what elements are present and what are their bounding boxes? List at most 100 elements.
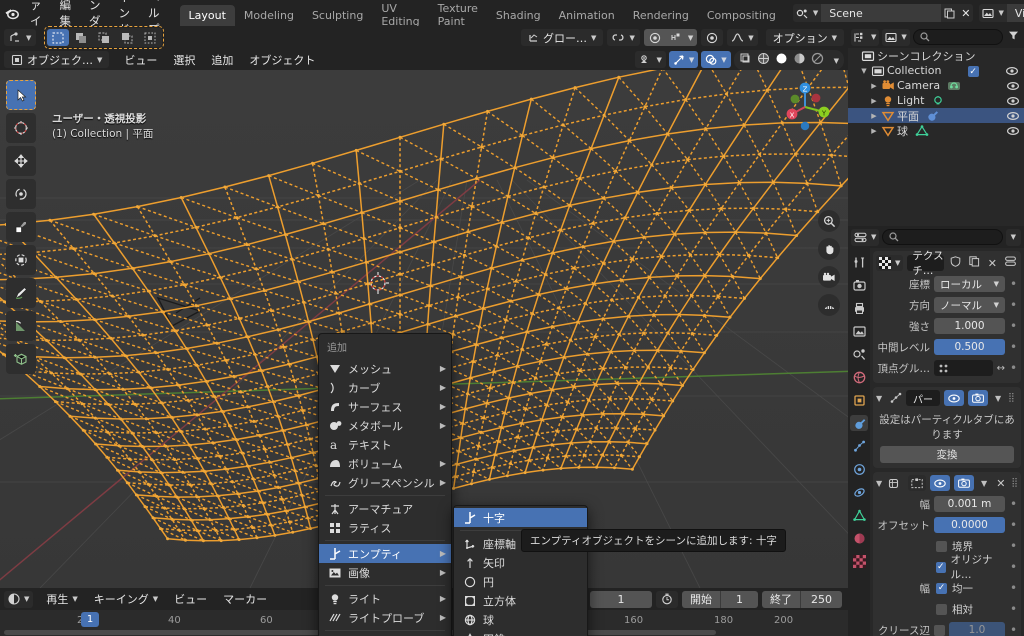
workspace-tab-2[interactable]: Sculpting [303, 5, 372, 26]
modifier-drag-handle[interactable]: ⣿ [1011, 478, 1018, 488]
bevel-value-0[interactable]: 0.001 m [934, 496, 1005, 512]
bevel-checkbox-5[interactable]: 相対 [934, 602, 1005, 617]
outliner-filter-icon[interactable] [1006, 30, 1021, 44]
scene-name[interactable]: Scene [821, 4, 942, 22]
tool-add-cube[interactable] [6, 344, 36, 374]
particles-tab[interactable] [850, 438, 868, 454]
add-context-menu[interactable]: 追加 メッシュ ▶ カーブ ▶ サーフェス ▶ メタボール ▶ a テキスト ボリューム ▶ グリースペ… [318, 333, 452, 636]
shading-dropdown[interactable]: ▼ [827, 52, 842, 67]
view-layer-tab[interactable] [850, 323, 868, 339]
fake-user-icon[interactable] [948, 256, 963, 270]
camera-data-icon[interactable] [946, 79, 961, 93]
constraints-tab[interactable] [850, 484, 868, 500]
add-menu-item-5[interactable]: ボリューム ▶ [319, 454, 451, 473]
select-extend-button[interactable] [70, 29, 93, 46]
timeline-menu-0[interactable]: 再生 ▼ [39, 591, 84, 608]
add-menu-item-2[interactable]: サーフェス ▶ [319, 397, 451, 416]
select-subtract-button[interactable] [93, 29, 116, 46]
data-tab[interactable] [850, 507, 868, 523]
tool-measure[interactable] [6, 311, 36, 341]
convert-button[interactable]: 変換 [880, 446, 1014, 463]
proportional-edit-objects-toggle[interactable] [701, 29, 724, 46]
render-toggle[interactable] [954, 475, 975, 491]
wireframe-shading-button[interactable] [755, 51, 772, 69]
add-menu-item-6[interactable]: グリースペンシル ▶ [319, 473, 451, 492]
world-tab[interactable] [850, 369, 868, 385]
rendered-shading-button[interactable] [809, 51, 826, 69]
viewport-menu-2[interactable]: 追加 [204, 51, 240, 68]
disclosure-triangle-icon[interactable]: ▶ [868, 97, 880, 105]
displace-value-4[interactable] [934, 360, 993, 376]
add-menu-item-9[interactable]: ラティス [319, 518, 451, 537]
displace-value-0[interactable]: ローカル ▼ [934, 276, 1005, 292]
timeline-menu-3[interactable]: マーカー [216, 591, 274, 608]
empty-submenu[interactable]: 十字座標軸矢印円立方体球円錐画像 [453, 505, 588, 636]
workspace-tab-8[interactable]: Compositing [698, 5, 785, 26]
tool-tweak[interactable] [6, 80, 36, 110]
output-tab[interactable] [850, 300, 868, 316]
new-scene-icon[interactable] [941, 4, 958, 22]
tool-tab[interactable] [850, 254, 868, 270]
browse-texture-icon[interactable] [1003, 256, 1018, 270]
collection-checkbox[interactable]: ✓ [967, 64, 979, 78]
physics-tab[interactable] [850, 461, 868, 477]
disclosure-triangle-icon[interactable]: ▶ [868, 112, 880, 120]
animate-property-dot[interactable]: • [1009, 519, 1018, 531]
render-tab[interactable] [850, 277, 868, 293]
eye-icon[interactable] [1005, 124, 1020, 138]
properties-body[interactable]: ▼ テクスチ… ✕ 座標 ローカル ▼ • 方向 ノーマル ▼ • 強さ 1.000 • 中間レベル 0… [870, 248, 1024, 636]
overlays-toggle[interactable]: ▼ [701, 51, 731, 68]
outliner-editor-type-dropdown[interactable]: ▼ [851, 28, 880, 46]
add-menu-item-3[interactable]: メタボール ▶ [319, 416, 451, 435]
animate-property-dot[interactable]: • [1009, 603, 1018, 615]
solid-shading-button[interactable] [773, 51, 790, 69]
material-preview-button[interactable] [791, 51, 808, 69]
modifier-extras-dropdown[interactable]: ▼ [992, 394, 1004, 403]
tool-annotate[interactable] [6, 278, 36, 308]
outliner-row-5[interactable]: ▶ 球 [848, 123, 1024, 138]
viewport-3d[interactable]: ▼ グロー… ▼ ▼ ▼ ▼ オプション ▼ オブジェク… ▼ ビュー 選択 追… [0, 26, 848, 636]
workspace-tab-4[interactable]: Texture Paint [429, 2, 487, 28]
outliner-row-3[interactable]: ▶ Light [848, 93, 1024, 108]
material-tab[interactable] [850, 530, 868, 546]
eye-icon[interactable] [1005, 64, 1020, 78]
add-menu-item-4[interactable]: a テキスト [319, 435, 451, 454]
bevel-checkbox-4[interactable]: ✓ 均一 [934, 581, 1005, 596]
bevel-value-1[interactable]: 0.0000 [934, 517, 1005, 533]
viewport-options-dropdown[interactable]: オプション ▼ [765, 29, 844, 46]
animate-property-dot[interactable]: • [1009, 320, 1018, 332]
active-tool-icon[interactable]: ▼ [4, 29, 37, 46]
bevel-value-6[interactable]: 1.0 [949, 622, 1005, 636]
falloff-curve-dropdown[interactable]: ▼ [727, 29, 758, 46]
end-frame-value[interactable]: 250 [800, 590, 842, 608]
add-menu-item-14[interactable]: ライト ▶ [319, 589, 451, 608]
properties-options-dropdown[interactable]: ▼ [1005, 228, 1021, 246]
disclosure-triangle-icon[interactable]: ▶ [868, 127, 880, 135]
mesh-data-icon[interactable] [914, 124, 929, 138]
animate-property-dot[interactable]: • [1009, 561, 1018, 573]
workspace-tab-1[interactable]: Modeling [235, 5, 303, 26]
animate-property-dot[interactable]: • [1009, 299, 1018, 311]
displace-value-1[interactable]: ノーマル ▼ [934, 297, 1005, 313]
viewport-menu-0[interactable]: ビュー [117, 51, 164, 68]
add-menu-item-11[interactable]: エンプティ ▶ [319, 544, 451, 563]
animate-property-dot[interactable]: • [1009, 540, 1018, 552]
object-mode-dropdown[interactable]: オブジェク… ▼ [4, 51, 110, 68]
gizmo-toggle[interactable]: ▼ [668, 51, 699, 68]
eye-icon[interactable] [1005, 94, 1020, 108]
blender-logo-icon[interactable] [4, 2, 20, 24]
unlink-scene-icon[interactable]: ✕ [958, 4, 973, 22]
visibility-dropdown[interactable]: ▼ [635, 51, 666, 68]
tool-cursor[interactable] [6, 113, 36, 143]
transform-orientation-dropdown[interactable]: グロー… ▼ [521, 29, 604, 46]
modifier-tab[interactable] [850, 415, 868, 431]
show-in-viewport-toggle[interactable] [944, 390, 964, 406]
add-menu-item-8[interactable]: アーマチュア [319, 499, 451, 518]
render-toggle[interactable] [968, 390, 988, 406]
view-layer-name[interactable]: View Layer [1006, 4, 1024, 22]
remove-modifier-icon[interactable]: ✕ [994, 477, 1007, 490]
camera-view-icon[interactable] [818, 266, 840, 288]
empty-submenu-item-3[interactable]: 矢印 [454, 553, 587, 572]
proportional-edit-toggle[interactable] [644, 29, 666, 46]
add-menu-item-15[interactable]: ライトプローブ ▶ [319, 608, 451, 627]
